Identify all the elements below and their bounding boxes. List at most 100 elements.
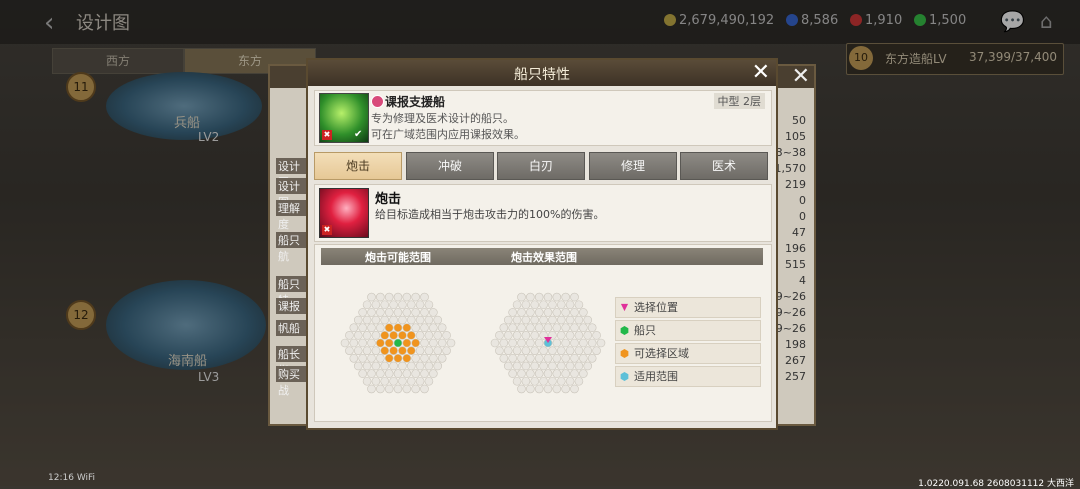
possible-range-label: 炮击可能范围 — [365, 251, 431, 264]
pink-triangle-icon — [620, 303, 629, 312]
grid-cell — [583, 361, 593, 371]
grid-cell — [552, 338, 562, 348]
grid-cell — [402, 369, 412, 378]
skill-info-box: ✖ 炮击 给目标造成相当于炮击攻击力的100%的伤害。 — [314, 184, 772, 242]
grid-cell — [556, 361, 566, 371]
grid-cell — [376, 354, 385, 363]
grid-cell — [534, 292, 544, 302]
grid-cell — [587, 338, 597, 348]
grid-cell — [521, 361, 531, 371]
grid-cell — [570, 369, 579, 378]
grid-cell — [380, 331, 390, 340]
grid-cell — [495, 331, 504, 340]
grid-cell — [349, 354, 359, 363]
grid-cell — [362, 376, 372, 386]
grid-cell — [503, 361, 513, 371]
grid-cell — [384, 354, 394, 363]
grid-cell — [565, 346, 575, 355]
grid-cell — [411, 384, 420, 394]
grid-cell — [543, 369, 553, 378]
grid-cell — [530, 361, 540, 371]
status-bar: 12:16 WiFi — [48, 473, 96, 483]
grid-cell — [490, 338, 500, 348]
grid-cell — [384, 369, 394, 378]
blue-hexagon-icon — [620, 372, 629, 381]
grid-cell — [543, 292, 553, 302]
panel-label: 理解度 — [276, 200, 308, 231]
grid-cell — [420, 384, 429, 394]
grid-cell — [402, 354, 412, 363]
panel-label: 船长指 — [276, 346, 308, 377]
grid-cell — [380, 315, 390, 325]
grid-cell — [574, 361, 584, 371]
grid-cell — [552, 323, 562, 333]
ship-description-line: 专为修理及医术设计的船只。 — [371, 112, 514, 125]
grid-cell — [548, 376, 557, 386]
range-box: 炮击可能范围 炮击效果范围 选择位置 船只 可选择区域 适用范围 — [314, 244, 772, 422]
panel-label: 设计图 — [276, 158, 308, 189]
tab-breakthrough[interactable]: 冲破 — [406, 152, 494, 180]
grid-cell — [371, 331, 381, 340]
grid-cell — [415, 376, 425, 386]
grid-cell — [526, 338, 535, 348]
grid-cell — [393, 338, 403, 348]
grid-cell — [433, 361, 443, 371]
tab-melee[interactable]: 白刃 — [497, 152, 585, 180]
grid-cell — [437, 323, 447, 333]
grid-cell — [389, 315, 398, 325]
panel-label: 船只航 — [276, 232, 308, 263]
legend-item: 适用范围 — [615, 366, 761, 387]
grid-cell — [371, 361, 381, 371]
grid-cell — [353, 361, 363, 371]
grid-cell — [552, 354, 562, 363]
tab-repair[interactable]: 修理 — [589, 152, 677, 180]
grid-cell — [411, 354, 420, 363]
grid-cell — [424, 331, 434, 340]
grid-cell — [398, 346, 407, 355]
grid-cell — [411, 308, 420, 317]
grid-cell — [367, 369, 376, 378]
grid-cell — [429, 308, 438, 317]
grid-cell — [353, 346, 363, 355]
cross-badge-icon: ✖ — [322, 130, 332, 140]
grid-cell — [530, 300, 540, 310]
tab-bombard[interactable]: 炮击 — [314, 152, 402, 180]
grid-cell — [503, 346, 513, 355]
grid-cell — [517, 384, 526, 394]
grid-cell — [552, 292, 562, 302]
grid-cell — [526, 292, 535, 302]
grid-cell — [411, 338, 420, 348]
grid-cell — [561, 384, 570, 394]
grid-cell — [406, 315, 416, 325]
grid-cell — [424, 376, 434, 386]
grid-cell — [371, 376, 381, 386]
grid-cell — [503, 331, 513, 340]
grid-cell — [517, 338, 526, 348]
legend-item: 船只 — [615, 320, 761, 341]
tab-medical[interactable]: 医术 — [680, 152, 768, 180]
bombard-skill-icon: ✖ — [319, 188, 369, 238]
grid-cell — [424, 346, 434, 355]
modal-header: 船只特性 ✕ — [308, 60, 776, 86]
grid-cell — [561, 292, 570, 302]
grid-cell — [565, 300, 575, 310]
close-icon[interactable]: ✕ — [752, 60, 770, 85]
grid-cell — [358, 338, 367, 348]
grid-cell — [415, 331, 425, 340]
grid-cell — [508, 323, 517, 333]
grid-cell — [402, 384, 412, 394]
ship-size-badge: 中型 2层 — [713, 93, 765, 109]
grid-cell — [556, 331, 566, 340]
grid-cell — [420, 338, 429, 348]
grid-cell — [376, 292, 385, 302]
grid-cell — [587, 323, 597, 333]
build-info: 1.0220.091.68 2608031112 大西洋 — [918, 479, 1074, 489]
panel-close-button[interactable]: ✕ — [792, 64, 810, 89]
grid-cell — [583, 331, 593, 340]
possible-range-grid — [340, 292, 456, 394]
grid-cell — [503, 315, 513, 325]
grid-cell — [398, 315, 407, 325]
grid-cell — [398, 361, 407, 371]
grid-cell — [521, 300, 531, 310]
grid-cell — [376, 384, 385, 394]
